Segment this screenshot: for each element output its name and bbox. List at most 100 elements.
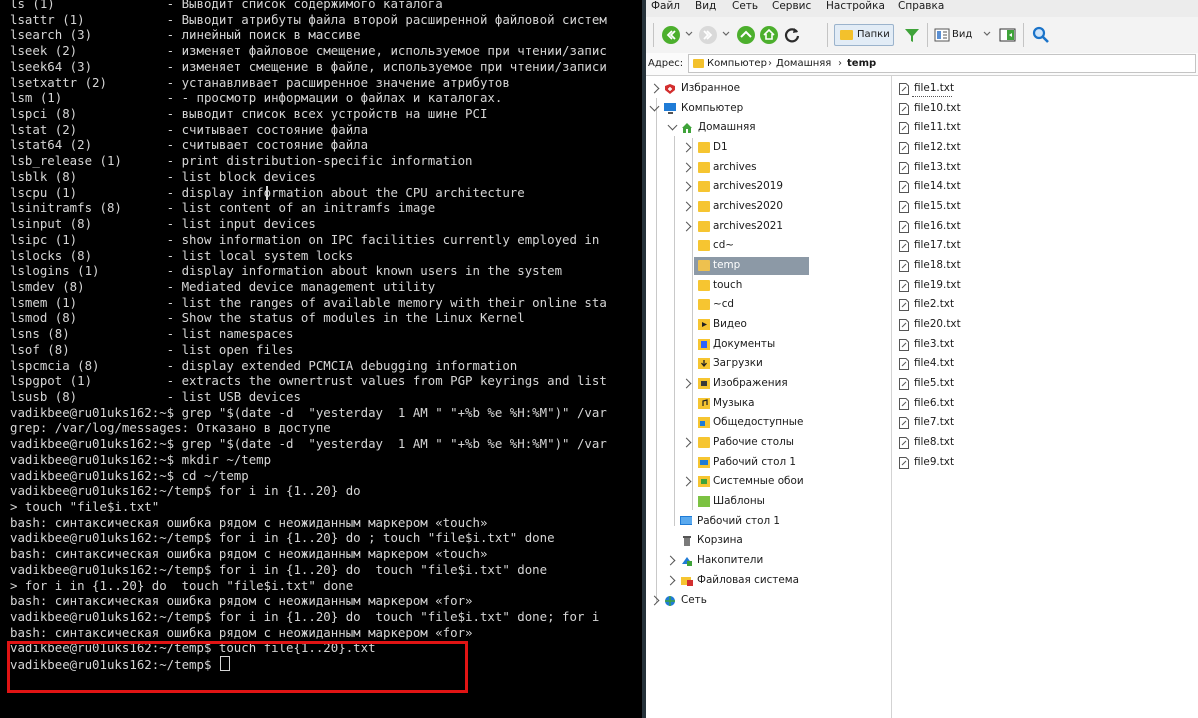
file-item-file8[interactable]: file8.txt [892,433,1012,452]
tree-item-downloads[interactable]: Загрузки [646,354,891,373]
folder-icon [698,260,710,271]
tree-item-drives[interactable]: Накопители [646,551,891,570]
tree-item-pictures[interactable]: Изображения [646,374,891,393]
tree-item-home[interactable]: Домашняя [646,118,891,137]
terminal-line: lsb_release (1) - print distribution-spe… [10,153,473,169]
tree-item-desktop-1[interactable]: Рабочий стол 1 [646,512,891,531]
tree-item-label: Файловая система [697,574,799,586]
tree-item-archives2019[interactable]: archives2019 [646,177,891,196]
tree-item-label: cd~ [713,239,735,251]
toolbar-separator [927,23,928,47]
file-item-file4[interactable]: file4.txt [892,354,1012,373]
tree-item-video[interactable]: Видео [646,315,891,334]
refresh-button[interactable] [782,25,802,45]
file-item-file10[interactable]: file10.txt [892,99,1012,118]
folders-toggle-button[interactable]: Папки [834,24,894,46]
tree-item-trash[interactable]: Корзина [646,531,891,550]
file-name: file3.txt [914,338,955,350]
tree-item-touch[interactable]: touch [646,276,891,295]
terminal-line: vadikbee@ru01uks162:~/temp$ for i in {1.… [10,561,548,577]
tree-item-archives2021[interactable]: archives2021 [646,217,891,236]
file-item-file2[interactable]: file2.txt [892,295,1012,314]
file-item-file16[interactable]: file16.txt [892,217,1012,236]
menu-service[interactable]: Сервис [772,0,811,13]
tree-item-cd-tilde[interactable]: cd~ [646,236,891,255]
tree-item-desktop-1-folder[interactable]: Рабочий стол 1 [646,453,891,472]
tree-item-label: Загрузки [713,357,763,369]
tree-item-system-wallpapers[interactable]: Системные обои [646,472,891,491]
terminal-line: vadikbee@ru01uks162:~/temp$ for i in {1.… [10,609,600,625]
view-mode-dropdown[interactable] [982,26,992,42]
terminal-window[interactable]: ls (1) - Выводит список содержимого ката… [0,0,642,718]
terminal-line: lspgpot (1) - extracts the ownertrust va… [10,373,607,389]
chevron-right-icon [681,437,692,448]
desktop-icon [680,516,692,525]
tree-item-computer[interactable]: Компьютер [646,99,891,118]
file-item-file3[interactable]: file3.txt [892,335,1012,354]
forward-button[interactable] [698,25,718,45]
tree-item-documents[interactable]: Документы [646,335,891,354]
file-item-file5[interactable]: file5.txt [892,374,1012,393]
menu-bar: Файл Вид Сеть Сервис Настройка Справка [646,0,1198,17]
file-item-file12[interactable]: file12.txt [892,138,1012,157]
back-button[interactable] [661,25,681,45]
tree-item-network[interactable]: Сеть [646,591,891,610]
back-history-dropdown[interactable] [684,26,694,42]
menu-view[interactable]: Вид [695,0,716,13]
home-button[interactable] [759,25,779,45]
tree-item-templates[interactable]: Шаблоны [646,492,891,511]
breadcrumb-computer[interactable]: Компьютер [707,57,767,70]
file-item-file19[interactable]: file19.txt [892,276,1012,295]
file-manager-window: Файл Вид Сеть Сервис Настройка Справка П… [646,0,1198,718]
tree-item-archives2020[interactable]: archives2020 [646,197,891,216]
tree-item-favorites[interactable]: Избранное [646,79,891,98]
tree-item-filesystem[interactable]: Файловая система [646,571,891,590]
file-item-file9[interactable]: file9.txt [892,453,1012,472]
public-folder-icon [698,417,710,428]
tree-item-desktops[interactable]: Рабочие столы [646,433,891,452]
tree-item-music[interactable]: Музыка [646,394,891,413]
chevron-right-icon [665,555,676,566]
file-item-file13[interactable]: file13.txt [892,158,1012,177]
split-view-button[interactable] [998,25,1018,45]
menu-settings[interactable]: Настройка [826,0,885,13]
up-button[interactable] [736,25,756,45]
file-item-file6[interactable]: file6.txt [892,394,1012,413]
file-list[interactable]: file1.txt file10.txt file11.txt file12.t… [892,76,1198,718]
tree-item-archives[interactable]: archives [646,158,891,177]
menu-network[interactable]: Сеть [732,0,758,13]
tree-item-label: archives2020 [713,200,783,212]
address-path[interactable]: Компьютер › Домашняя › temp [688,54,1196,73]
filter-button[interactable] [902,25,922,45]
file-item-file7[interactable]: file7.txt [892,413,1012,432]
file-item-file11[interactable]: file11.txt [892,118,1012,137]
terminal-line: lsinitramfs (8) - list content of an ini… [10,200,436,216]
network-icon [665,596,675,606]
file-item-file18[interactable]: file18.txt [892,256,1012,275]
file-name: file16.txt [914,220,961,232]
file-name: file9.txt [914,456,955,468]
file-name: file13.txt [914,161,961,173]
menu-file[interactable]: Файл [651,0,680,13]
file-item-file1[interactable]: file1.txt [892,79,1012,98]
folders-button-label: Папки [857,29,890,40]
file-item-file17[interactable]: file17.txt [892,236,1012,255]
file-item-file20[interactable]: file20.txt [892,315,1012,334]
breadcrumb-home[interactable]: Домашняя [776,57,831,70]
tree-item-tilde-cd[interactable]: ~cd [646,295,891,314]
view-button-label[interactable]: Вид [952,28,972,41]
file-name: file20.txt [914,318,961,330]
tree-item-d1[interactable]: D1 [646,138,891,157]
tree-item-public[interactable]: Общедоступные [646,413,891,432]
view-mode-button[interactable] [933,25,953,45]
text-file-icon [899,319,909,331]
folder-tree[interactable]: Избранное Компьютер Домашняя D1 archives… [646,76,892,718]
text-file-icon [899,201,909,213]
search-button[interactable] [1031,25,1051,45]
breadcrumb-temp[interactable]: temp [847,57,876,70]
forward-history-dropdown[interactable] [721,26,731,42]
file-item-file15[interactable]: file15.txt [892,197,1012,216]
tree-item-temp[interactable]: temp [646,256,891,275]
file-item-file14[interactable]: file14.txt [892,177,1012,196]
menu-help[interactable]: Справка [898,0,944,13]
